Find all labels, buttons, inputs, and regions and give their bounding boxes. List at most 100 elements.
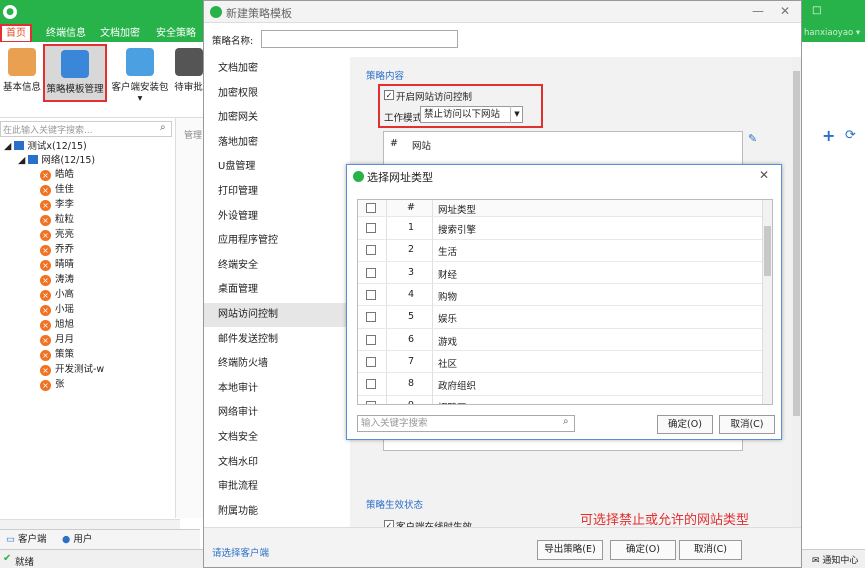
row-number: 1 bbox=[407, 222, 415, 233]
pick-client-link[interactable]: 请选择客户端 bbox=[212, 545, 269, 559]
table-row[interactable]: 4 购物 bbox=[358, 283, 762, 307]
row-checkbox[interactable] bbox=[366, 379, 376, 390]
nav-item[interactable]: 文档水印 bbox=[218, 451, 350, 475]
nav-item[interactable]: 打印管理 bbox=[218, 180, 350, 204]
table-row[interactable]: 8 政府组织 bbox=[358, 373, 762, 396]
row-checkbox[interactable] bbox=[366, 289, 376, 300]
nav-item[interactable]: 文档安全 bbox=[218, 426, 350, 450]
tree-user[interactable]: × 张 bbox=[40, 377, 65, 392]
table-row[interactable]: 7 社区 bbox=[358, 350, 762, 374]
pencil-icon[interactable]: ✎ bbox=[748, 132, 757, 145]
tree-user[interactable]: × 旭旭 bbox=[40, 317, 74, 332]
nav-item[interactable]: 附属功能 bbox=[218, 500, 350, 524]
nav-item[interactable]: 加密权限 bbox=[218, 82, 350, 106]
dialog-title-bar bbox=[204, 1, 801, 23]
chevron-down-icon[interactable]: ▼ bbox=[510, 106, 523, 123]
nav-item[interactable]: 本地审计 bbox=[218, 377, 350, 401]
row-checkbox[interactable] bbox=[366, 401, 376, 404]
nav-item[interactable]: 终端防火墙 bbox=[218, 352, 350, 376]
tree-user[interactable]: × 涛涛 bbox=[40, 272, 74, 287]
table-row[interactable]: 5 娱乐 bbox=[358, 306, 762, 329]
tree-user[interactable]: × 小高 bbox=[40, 287, 74, 302]
nav-item[interactable]: 文档加密 bbox=[218, 57, 350, 81]
template-icon bbox=[61, 50, 89, 78]
mode-select[interactable]: 禁止访问以下网站 bbox=[420, 106, 523, 123]
tab-user[interactable]: ● 用户 bbox=[62, 533, 92, 547]
row-type-name: 娱乐 bbox=[438, 314, 458, 326]
row-checkbox[interactable] bbox=[366, 356, 376, 367]
name-input[interactable] bbox=[261, 30, 458, 48]
nav-item[interactable]: U盘管理 bbox=[218, 155, 350, 179]
tab-terminal-info[interactable]: 终端信息 bbox=[42, 26, 90, 42]
table-row[interactable]: 6 游戏 bbox=[358, 328, 762, 351]
select-all-checkbox[interactable] bbox=[366, 203, 376, 213]
monitor-icon: ▭ bbox=[6, 534, 15, 545]
tree-root[interactable]: ◢ 测试x(12/15) bbox=[4, 139, 87, 154]
row-checkbox[interactable] bbox=[366, 245, 376, 256]
tree-user[interactable]: × 小瑶 bbox=[40, 302, 74, 317]
close-icon[interactable]: ✕ bbox=[759, 168, 769, 182]
scrollbar-thumb[interactable] bbox=[764, 226, 771, 276]
tab-home[interactable]: 首页 bbox=[0, 24, 32, 43]
export-button[interactable]: 导出策略(E) bbox=[537, 540, 603, 560]
nav-item[interactable]: 外设管理 bbox=[218, 205, 350, 229]
tree-user[interactable]: × 乔乔 bbox=[40, 242, 74, 257]
tree-user[interactable]: × 粒粒 bbox=[40, 212, 74, 227]
nav-item[interactable]: 落地加密 bbox=[218, 131, 350, 155]
nav-item[interactable]: 终端安全 bbox=[218, 254, 350, 278]
tree-search-input[interactable]: 在此输入关键字搜索... bbox=[0, 121, 172, 137]
client-package-button[interactable]: 客户端安装包 ▾ bbox=[110, 44, 170, 104]
tree-user[interactable]: × 月月 bbox=[40, 332, 74, 347]
nav-item[interactable]: 网络审计 bbox=[218, 401, 350, 425]
row-checkbox[interactable] bbox=[366, 267, 376, 278]
tree-group[interactable]: ◢ 网络(12/15) bbox=[18, 153, 95, 168]
table-row[interactable]: 9 招聘网 bbox=[358, 395, 762, 404]
tree-user[interactable]: × 李李 bbox=[40, 197, 74, 212]
tree-user[interactable]: × 佳佳 bbox=[40, 182, 74, 197]
row-checkbox[interactable] bbox=[366, 312, 376, 323]
add-icon[interactable]: + bbox=[822, 126, 835, 145]
cancel-button[interactable]: 取消(C) bbox=[679, 540, 742, 560]
tree-user[interactable]: × 皓皓 bbox=[40, 167, 74, 182]
table-row[interactable]: 2 生活 bbox=[358, 239, 762, 262]
template-manage-button[interactable]: 策略模板管理 bbox=[43, 44, 107, 102]
nav-item[interactable]: 应用程序管控 bbox=[218, 229, 350, 253]
table-row[interactable]: 1 搜索引擎 bbox=[358, 217, 762, 240]
enable-checkbox[interactable]: ✓ bbox=[384, 90, 394, 100]
tab-security-policy[interactable]: 安全策略 bbox=[152, 26, 200, 42]
basic-info-button[interactable]: 基本信息 bbox=[2, 44, 42, 102]
cancel-button[interactable]: 取消(C) bbox=[719, 415, 775, 434]
current-user[interactable]: hanxiaoyao ▾ bbox=[804, 28, 860, 38]
offline-icon: × bbox=[40, 185, 51, 196]
nav-item[interactable]: 网站访问控制 bbox=[204, 303, 350, 327]
tree-user[interactable]: × 亮亮 bbox=[40, 227, 74, 242]
table-row[interactable]: 3 财经 bbox=[358, 261, 762, 285]
tree-user[interactable]: × 策策 bbox=[40, 347, 74, 362]
url-type-search-input[interactable]: 输入关键字搜索 bbox=[357, 415, 575, 432]
offline-icon: × bbox=[40, 305, 51, 316]
row-checkbox[interactable] bbox=[366, 334, 376, 345]
scrollbar-thumb[interactable] bbox=[793, 71, 800, 416]
tree-user[interactable]: × 开发测试-w bbox=[40, 362, 104, 377]
nav-item[interactable]: 邮件发送控制 bbox=[218, 328, 350, 352]
tree-user[interactable]: × 晴晴 bbox=[40, 257, 74, 272]
ok-button[interactable]: 确定(O) bbox=[610, 540, 676, 560]
search-icon[interactable]: ⌕ bbox=[563, 416, 569, 427]
minimize-icon[interactable]: □ bbox=[812, 5, 821, 16]
refresh-icon[interactable]: ⟳ bbox=[845, 128, 856, 143]
search-icon[interactable]: ⌕ bbox=[160, 122, 172, 136]
minimize-icon[interactable]: — bbox=[752, 4, 764, 18]
row-type-name: 政府组织 bbox=[438, 381, 477, 393]
tree-hscrollbar[interactable] bbox=[0, 519, 180, 529]
tab-client[interactable]: ▭ 客户端 bbox=[6, 533, 47, 547]
close-icon[interactable]: ✕ bbox=[780, 4, 790, 18]
nav-item[interactable]: 加密网关 bbox=[218, 106, 350, 130]
offline-icon: × bbox=[40, 335, 51, 346]
nav-item[interactable]: 审批流程 bbox=[218, 475, 350, 499]
tab-doc-encrypt[interactable]: 文档加密 bbox=[96, 26, 144, 42]
nav-item[interactable]: 桌面管理 bbox=[218, 278, 350, 302]
row-checkbox[interactable] bbox=[366, 223, 376, 233]
notify-center[interactable]: ✉ 通知中心 bbox=[812, 553, 858, 566]
ok-button[interactable]: 确定(O) bbox=[657, 415, 713, 434]
pending-approve-button[interactable]: 待审批 bbox=[172, 44, 205, 102]
